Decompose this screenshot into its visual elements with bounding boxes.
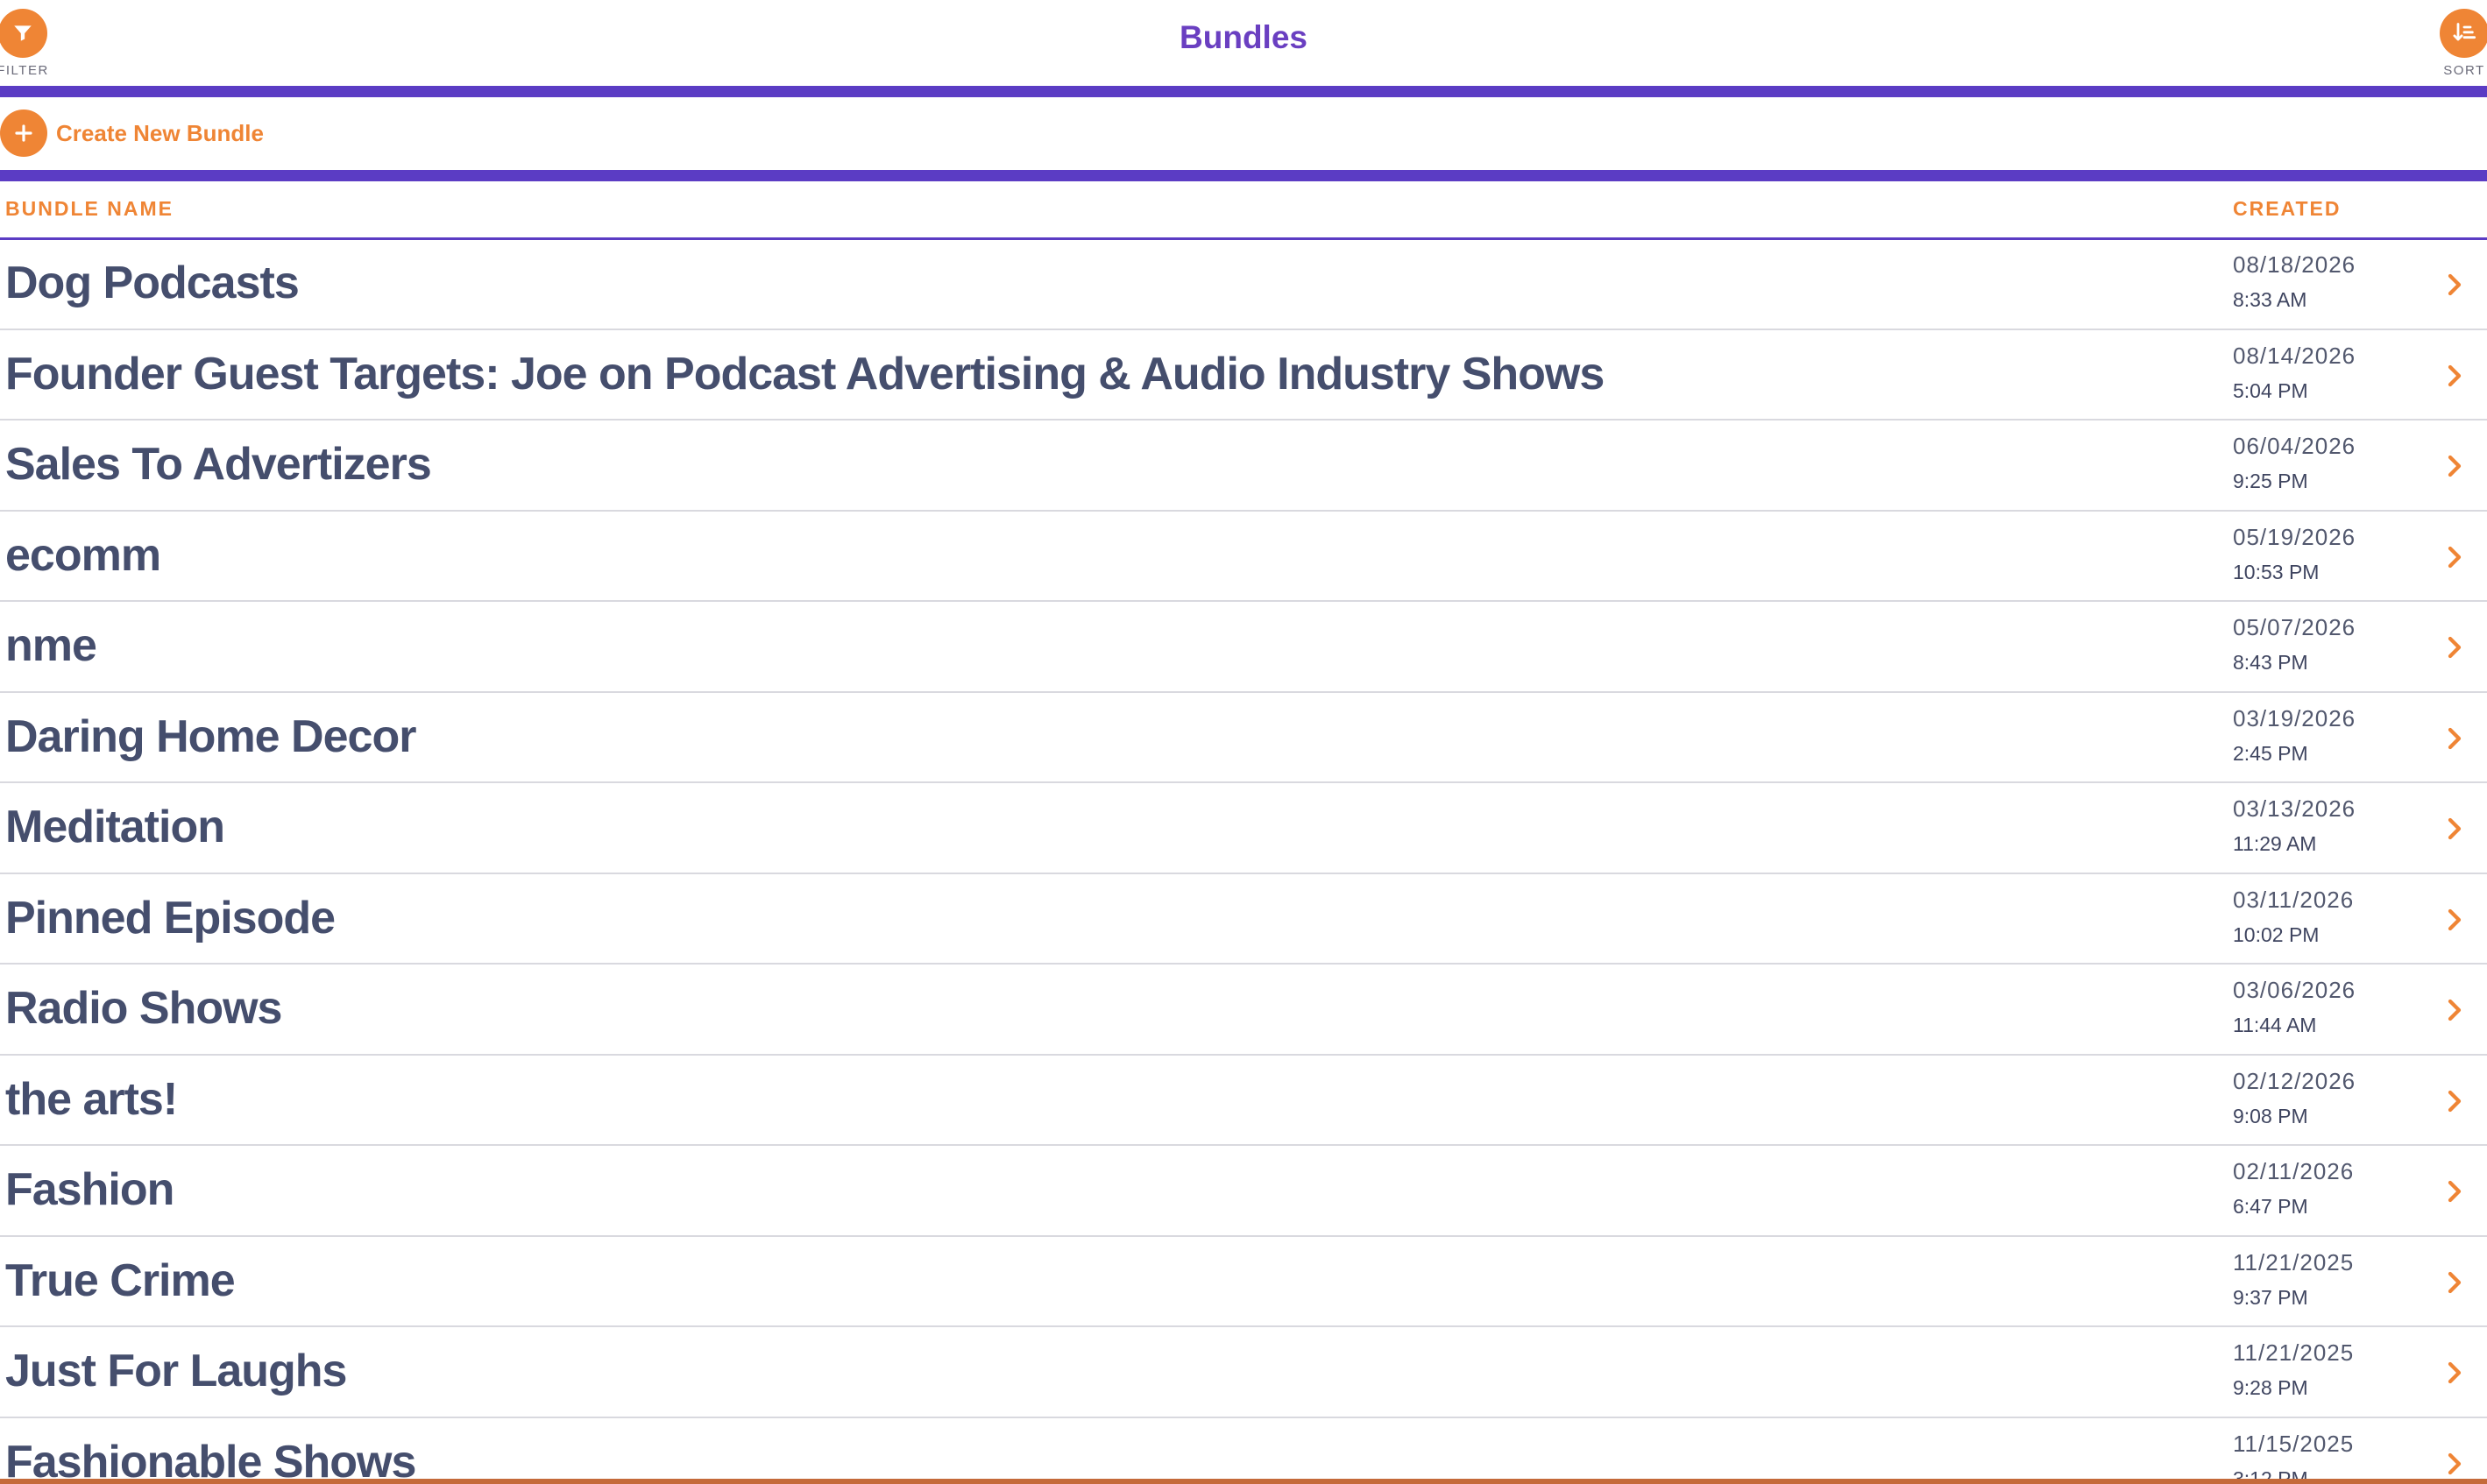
- filter-label: FILTER: [0, 63, 49, 78]
- list-item[interactable]: Meditation 03/13/2026 11:29 AM: [0, 783, 2487, 874]
- sort-button[interactable]: SORT: [2429, 9, 2487, 78]
- created-date: 03/06/2026: [2233, 977, 2356, 1003]
- bundle-name: Radio Shows: [5, 983, 282, 1034]
- bundle-name: True Crime: [5, 1254, 236, 1306]
- chevron-right-icon[interactable]: [2441, 1267, 2468, 1298]
- list-item[interactable]: Dog Podcasts 08/18/2026 8:33 AM: [0, 239, 2487, 330]
- chevron-right-icon[interactable]: [2441, 1176, 2468, 1207]
- bundle-name: Fashionable Shows: [5, 1436, 416, 1480]
- bundle-list: Dog Podcasts 08/18/2026 8:33 AM Founder Gue…: [0, 239, 2487, 1480]
- list-item[interactable]: Fashionable Shows 11/15/2025 3:12 PM: [0, 1418, 2487, 1480]
- chevron-right-icon[interactable]: [2441, 1448, 2468, 1480]
- bundle-name: Just For Laughs: [5, 1346, 347, 1396]
- created-time: 9:28 PM: [2233, 1376, 2308, 1399]
- created-date: 08/14/2026: [2233, 342, 2356, 369]
- created-date: 02/12/2026: [2233, 1067, 2356, 1094]
- chevron-right-icon[interactable]: [2441, 994, 2468, 1026]
- created-time: 2:45 PM: [2233, 741, 2308, 765]
- bottom-edge: [0, 1479, 2487, 1484]
- column-headers: BUNDLE NAME CREATED: [0, 181, 2487, 240]
- bundle-name: Sales To Advertizers: [5, 439, 432, 490]
- chevron-right-icon[interactable]: [2441, 1357, 2468, 1389]
- created-time: 10:02 PM: [2233, 922, 2320, 946]
- list-item[interactable]: Daring Home Decor 03/19/2026 2:45 PM: [0, 693, 2487, 783]
- created-date: 05/07/2026: [2233, 614, 2356, 640]
- list-item[interactable]: Pinned Episode 03/11/2026 10:02 PM: [0, 874, 2487, 965]
- created-date: 03/19/2026: [2233, 704, 2356, 731]
- list-item[interactable]: Founder Guest Targets: Joe on Podcast Ad…: [0, 330, 2487, 420]
- list-item[interactable]: Radio Shows 03/06/2026 11:44 AM: [0, 965, 2487, 1056]
- list-item[interactable]: Fashion 02/11/2026 6:47 PM: [0, 1146, 2487, 1237]
- create-new-bundle-label: Create New Bundle: [56, 119, 264, 146]
- bundle-name: Founder Guest Targets: Joe on Podcast Ad…: [5, 348, 1605, 399]
- bundle-name: nme: [5, 620, 97, 671]
- created-time: 9:37 PM: [2233, 1285, 2308, 1309]
- created-time: 6:47 PM: [2233, 1195, 2308, 1218]
- list-item[interactable]: Just For Laughs 11/21/2025 9:28 PM: [0, 1327, 2487, 1418]
- chevron-right-icon[interactable]: [2441, 360, 2468, 392]
- created-date: 11/21/2025: [2233, 1248, 2355, 1276]
- created-time: 11:44 AM: [2233, 1014, 2317, 1036]
- list-item[interactable]: ecomm 05/19/2026 10:53 PM: [0, 512, 2487, 602]
- bundle-name: Daring Home Decor: [5, 710, 416, 762]
- created-time: 5:04 PM: [2233, 378, 2308, 402]
- bundle-name: Pinned Episode: [5, 892, 336, 943]
- created-date: 11/21/2025: [2233, 1339, 2355, 1366]
- chevron-right-icon[interactable]: [2441, 450, 2468, 482]
- chevron-right-icon[interactable]: [2441, 541, 2468, 573]
- created-time: 8:33 AM: [2233, 288, 2307, 311]
- chevron-right-icon[interactable]: [2441, 904, 2468, 936]
- created-time: 3:12 PM: [2233, 1466, 2308, 1480]
- column-header-bundle-name: BUNDLE NAME: [5, 197, 174, 220]
- bundle-name: Meditation: [5, 802, 225, 852]
- bundle-name: Fashion: [5, 1164, 174, 1215]
- created-date: 03/11/2026: [2233, 886, 2355, 913]
- created-time: 9:08 PM: [2233, 1104, 2308, 1127]
- sort-icon: [2440, 9, 2487, 58]
- header: FILTER Bundles SORT: [0, 0, 2487, 86]
- list-item[interactable]: True Crime 11/21/2025 9:37 PM: [0, 1237, 2487, 1327]
- created-date: 06/04/2026: [2233, 433, 2356, 459]
- sort-label: SORT: [2443, 63, 2485, 78]
- created-date: 11/15/2025: [2233, 1430, 2355, 1457]
- bundle-name: ecomm: [5, 529, 161, 581]
- bundle-name: Dog Podcasts: [5, 258, 300, 308]
- bundles-screen: FILTER Bundles SORT Create New Bundle BU…: [0, 0, 2487, 1484]
- create-new-bundle-button[interactable]: Create New Bundle: [0, 109, 264, 158]
- header-divider: [0, 86, 2487, 97]
- bundle-name: the arts!: [5, 1073, 178, 1125]
- chevron-right-icon[interactable]: [2441, 632, 2468, 663]
- chevron-right-icon[interactable]: [2441, 723, 2468, 754]
- created-time: 9:25 PM: [2233, 470, 2308, 492]
- chevron-right-icon[interactable]: [2441, 813, 2468, 844]
- plus-icon: [0, 110, 47, 157]
- list-item[interactable]: Sales To Advertizers 06/04/2026 9:25 PM: [0, 420, 2487, 512]
- created-time: 10:53 PM: [2233, 560, 2320, 583]
- list-item[interactable]: the arts! 02/12/2026 9:08 PM: [0, 1056, 2487, 1146]
- column-header-created: CREATED: [2233, 197, 2342, 220]
- chevron-right-icon[interactable]: [2441, 269, 2468, 300]
- list-item[interactable]: nme 05/07/2026 8:43 PM: [0, 602, 2487, 693]
- created-date: 02/11/2026: [2233, 1158, 2355, 1184]
- create-divider: [0, 170, 2487, 181]
- created-date: 05/19/2026: [2233, 523, 2356, 550]
- created-time: 11:29 AM: [2233, 832, 2317, 855]
- page-title: Bundles: [1180, 19, 1307, 55]
- created-date: 03/13/2026: [2233, 795, 2356, 822]
- created-time: 8:43 PM: [2233, 651, 2308, 674]
- chevron-right-icon[interactable]: [2441, 1085, 2468, 1117]
- created-date: 08/18/2026: [2233, 251, 2356, 278]
